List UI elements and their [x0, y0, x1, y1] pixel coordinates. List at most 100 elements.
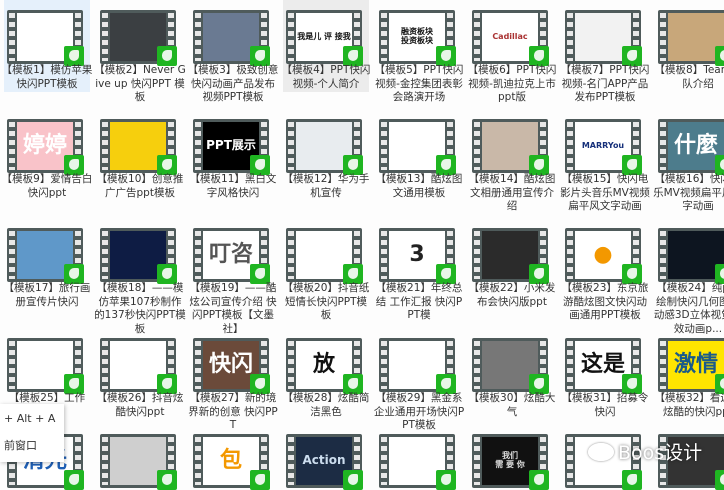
file-name: 【模板30】炫酷大气 — [466, 392, 558, 419]
file-item[interactable]: 包 — [190, 424, 276, 484]
thumbnail-text: 你 — [406, 134, 428, 158]
file-item[interactable]: 【模板1】模仿苹果快闪PPT模板 — [4, 0, 90, 92]
film-holes — [660, 13, 666, 61]
thumbnail-text: PPT展示 — [206, 139, 256, 152]
video-file-badge-icon — [436, 46, 456, 66]
video-file-badge-icon — [250, 155, 270, 175]
video-file-badge-icon — [343, 264, 363, 284]
video-file-badge-icon — [64, 264, 84, 284]
thumbnail-text: 叮咨 — [209, 243, 253, 267]
file-item[interactable]: 婷婷 【模板9】爱情告白快闪ppt — [4, 109, 90, 216]
film-holes — [381, 341, 387, 389]
video-file-badge-icon — [157, 470, 177, 490]
thumbnail-text: 这是 — [581, 353, 625, 377]
file-item[interactable]: 【模板26】抖音炫酷快闪ppt — [97, 328, 183, 420]
film-holes — [9, 341, 15, 389]
file-item[interactable]: 【模板8】Team团队介绍 — [655, 0, 724, 92]
video-file-badge-icon — [529, 155, 549, 175]
file-item[interactable]: 【模板30】炫酷大气 — [469, 328, 555, 420]
file-item[interactable]: 你 【模板13】酷炫图文通用模板 — [376, 109, 462, 216]
video-file-badge-icon — [622, 46, 642, 66]
file-item[interactable]: 【模板7】PPT快闪视频-名门APP产品发布PPT模板 — [562, 0, 648, 92]
file-item[interactable]: 【模板14】酷炫图文相册通用宣传介绍 — [469, 109, 555, 216]
file-item[interactable]: ● 【模板23】东京旅游酷炫图文快闪动画通用PPT模板 — [562, 218, 648, 325]
file-item[interactable]: MARRYou 【模板15】快闪电影片头音乐MV视频扁平风文字动画 — [562, 109, 648, 216]
file-item[interactable]: Cadillac 【模板6】PPT快闪视频-凯迪拉克上市ppt版 — [469, 0, 555, 92]
file-item[interactable]: 融资板块 投资板块 【模板5】PPT快闪视频-金控集团表彰会路演开场 — [376, 0, 462, 92]
file-item[interactable]: 什麼 【模板16】快闪音乐MV视频扁平风文字动画 — [655, 109, 724, 216]
context-menu-item[interactable]: + Alt + A — [4, 412, 55, 425]
file-item[interactable]: 这是 【模板31】招募令快闪 — [562, 328, 648, 420]
video-file-badge-icon — [715, 374, 724, 394]
file-item[interactable]: 我们 需 要 你 — [469, 424, 555, 484]
file-item[interactable]: 【模板22】小米发布会快闪版ppt — [469, 218, 555, 325]
video-file-badge-icon — [250, 46, 270, 66]
file-name: 【模板2】Never Give up 快闪PPT 模板 — [94, 64, 186, 105]
film-holes — [195, 231, 201, 279]
thumbnail-text: 快闪 — [209, 353, 253, 377]
file-item[interactable]: 【模板20】抖音纸短情长快闪PPT模板 — [283, 218, 369, 325]
file-name: 【模板20】抖音纸短情长快闪PPT模板 — [280, 282, 372, 323]
file-name: 【模板32】看这很炫酷的快闪ppt — [652, 392, 724, 419]
video-file-badge-icon — [157, 155, 177, 175]
file-item[interactable]: 【模板12】华为手机宣传 — [283, 109, 369, 216]
thumbnail-text: 我是儿 评 接我 — [297, 33, 351, 42]
file-item[interactable]: 【模板24】纯ppt绘制快闪几何图形动感3D立体视觉特效动画p... — [655, 218, 724, 325]
file-item[interactable]: 【模板29】黑金系企业通用开场快闪PPT模板 — [376, 328, 462, 420]
thumbnail-text: 包 — [220, 449, 242, 473]
film-holes — [474, 13, 480, 61]
film-holes — [660, 231, 666, 279]
file-item[interactable]: 【模板10】创意推广广告ppt模板 — [97, 109, 183, 216]
film-holes — [102, 341, 108, 389]
file-name: 【模板14】酷炫图文相册通用宣传介绍 — [466, 173, 558, 214]
video-file-badge-icon — [64, 46, 84, 66]
file-name: 【模板11】黑白文字风格快闪 — [187, 173, 279, 200]
thumbnail-text: 我们 需 要 你 — [495, 452, 525, 470]
video-file-badge-icon — [64, 470, 84, 490]
thumbnail-text: MARRYou — [582, 142, 624, 151]
file-name: 【模板9】爱情告白快闪ppt — [1, 173, 93, 200]
file-name: 【模板5】PPT快闪视频-金控集团表彰会路演开场 — [373, 64, 465, 105]
file-name: 【模板22】小米发布会快闪版ppt — [466, 282, 558, 309]
film-holes — [474, 231, 480, 279]
file-item[interactable]: Action — [283, 424, 369, 484]
thumbnail-text: ● — [593, 243, 612, 267]
file-name: 【模板12】华为手机宣传 — [280, 173, 372, 200]
film-holes — [9, 122, 15, 170]
file-name: 【模板16】快闪音乐MV视频扁平风文字动画 — [652, 173, 724, 214]
film-holes — [474, 437, 480, 485]
film-holes — [567, 231, 573, 279]
video-file-badge-icon — [343, 46, 363, 66]
file-item[interactable]: 快闪 【模板27】新的境界新的创意 快闪PPT — [190, 328, 276, 420]
context-menu: + Alt + A 前窗口 — [0, 404, 64, 462]
video-file-badge-icon — [529, 46, 549, 66]
file-name: 【模板8】Team团队介绍 — [652, 64, 724, 91]
file-item[interactable]: 叮咨 【模板19】——酷炫公司宣传介绍 快闪PPT模板【文墨社】 — [190, 218, 276, 325]
file-item[interactable]: 【模板18】——模仿苹果107秒制作的137秒快闪PPT模板 — [97, 218, 183, 325]
video-file-badge-icon — [436, 374, 456, 394]
file-item[interactable] — [376, 424, 462, 484]
film-holes — [288, 122, 294, 170]
film-holes — [660, 341, 666, 389]
thumbnail-text: 3 — [409, 243, 424, 267]
video-file-badge-icon — [715, 264, 724, 284]
file-item[interactable]: 【模板17】旅行画册宣传片快闪 — [4, 218, 90, 325]
file-item[interactable]: 【模板2】Never Give up 快闪PPT 模板 — [97, 0, 183, 92]
video-file-badge-icon — [622, 155, 642, 175]
file-item[interactable]: 激情 【模板32】看这很炫酷的快闪ppt — [655, 328, 724, 420]
thumbnail-text: 融资板块 投资板块 — [401, 28, 433, 46]
film-holes — [567, 341, 573, 389]
context-menu-item[interactable]: 前窗口 — [4, 437, 37, 453]
watermark: Boos设计 — [588, 438, 702, 465]
file-item[interactable]: PPT展示 【模板11】黑白文字风格快闪 — [190, 109, 276, 216]
video-file-badge-icon — [715, 46, 724, 66]
thumbnail-text: 什麼 — [674, 134, 718, 158]
thumbnail-text: 婷婷 — [23, 134, 67, 158]
file-item[interactable]: 我是儿 评 接我 【模板4】PPT快闪视频-个人简介 — [283, 0, 369, 92]
film-holes — [195, 13, 201, 61]
file-item[interactable]: 放 【模板28】炫酷简洁黑色 — [283, 328, 369, 420]
file-item[interactable] — [97, 424, 183, 484]
file-name: 【模板7】PPT快闪视频-名门APP产品发布PPT模板 — [559, 64, 651, 105]
file-item[interactable]: 【模板3】极致创意快闪动画产品发布视频PPT模板 — [190, 0, 276, 92]
file-item[interactable]: 3 【模板21】年终总结 工作汇报 快闪PPT模 — [376, 218, 462, 325]
